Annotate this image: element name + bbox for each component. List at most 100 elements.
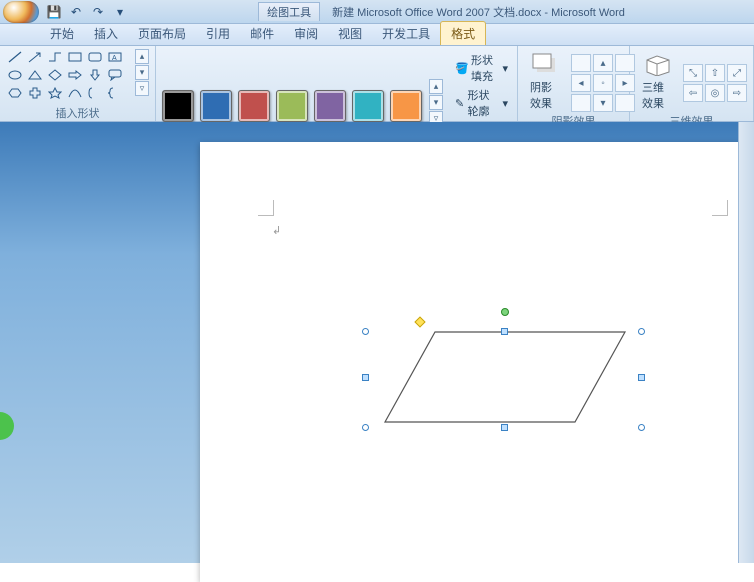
- shape-arrow-icon[interactable]: [26, 49, 44, 65]
- quick-access-toolbar: 💾 ↶ ↷ ▾: [45, 3, 129, 21]
- style-up-icon[interactable]: ▴: [429, 79, 443, 94]
- ribbon-tabs: 开始 插入 页面布局 引用 邮件 审阅 视图 开发工具 格式: [0, 24, 754, 46]
- gallery-up-icon[interactable]: ▴: [135, 49, 149, 64]
- nudge-up-icon[interactable]: ▴: [593, 54, 613, 72]
- paint-bucket-icon: 🪣: [455, 62, 468, 75]
- shape-outline-label: 形状轮廓: [467, 87, 499, 119]
- shape-gallery: A: [6, 49, 130, 101]
- shape-elbow-icon[interactable]: [46, 49, 64, 65]
- qat-customize-icon[interactable]: ▾: [111, 3, 129, 21]
- tab-insert[interactable]: 插入: [84, 22, 128, 45]
- tilt-up-right-icon[interactable]: ⤢: [727, 64, 747, 82]
- selected-shape[interactable]: [380, 322, 630, 432]
- resize-handle[interactable]: [638, 374, 645, 381]
- shape-brace-icon[interactable]: [106, 85, 124, 101]
- shape-curve-icon[interactable]: [66, 85, 84, 101]
- shadow-button-label: 阴影效果: [530, 79, 562, 111]
- shape-ellipse-icon[interactable]: [6, 67, 24, 83]
- resize-handle[interactable]: [638, 328, 645, 335]
- shape-diamond-icon[interactable]: [46, 67, 64, 83]
- swatch-black[interactable]: [162, 90, 194, 122]
- nudge-center-icon[interactable]: ◦: [593, 74, 613, 92]
- tab-view[interactable]: 视图: [328, 22, 372, 45]
- title-bar: 💾 ↶ ↷ ▾ 绘图工具 新建 Microsoft Office Word 20…: [0, 0, 754, 24]
- resize-handle[interactable]: [362, 374, 369, 381]
- shape-hexagon-icon[interactable]: [6, 85, 24, 101]
- style-down-icon[interactable]: ▾: [429, 95, 443, 110]
- resize-handle[interactable]: [638, 424, 645, 431]
- nudge-left-icon[interactable]: ◂: [571, 74, 591, 92]
- swatch-green[interactable]: [276, 90, 308, 122]
- group-shape-styles: ▴ ▾ ▿ 🪣 形状填充 ▾ ✎ 形状轮廓 ▾ ◫ 更改形状 ▾: [156, 46, 518, 121]
- shadow-effect-button[interactable]: 阴影效果: [524, 49, 568, 113]
- shape-right-arrow-icon[interactable]: [66, 67, 84, 83]
- shadow-nudge-grid: ▴ ◂ ◦ ▸ ▾: [571, 50, 635, 112]
- cube-icon: [642, 51, 674, 77]
- shape-bracket-icon[interactable]: [86, 85, 104, 101]
- tilt-right-icon[interactable]: ⇨: [727, 84, 747, 102]
- shape-down-arrow-icon[interactable]: [86, 67, 104, 83]
- nudge-down-icon[interactable]: ▾: [593, 94, 613, 112]
- shape-fill-label: 形状填充: [471, 52, 499, 84]
- style-gallery-nav: ▴ ▾ ▿: [429, 79, 443, 126]
- group-three-d: 三维效果 ⤡ ⇧ ⤢ ⇦ ◎ ⇨ 三维效果: [630, 46, 754, 121]
- shape-outline-button[interactable]: ✎ 形状轮廓 ▾: [452, 86, 511, 120]
- rotation-handle[interactable]: [501, 308, 509, 316]
- chevron-down-icon: ▾: [502, 62, 508, 75]
- swatch-purple[interactable]: [314, 90, 346, 122]
- shape-plus-icon[interactable]: [26, 85, 44, 101]
- document-title: 新建 Microsoft Office Word 2007 文档.docx - …: [332, 4, 625, 20]
- margin-corner-tr: [712, 200, 728, 216]
- side-handle[interactable]: [0, 412, 14, 440]
- resize-handle[interactable]: [362, 328, 369, 335]
- shape-line-icon[interactable]: [6, 49, 24, 65]
- tab-home[interactable]: 开始: [40, 22, 84, 45]
- tilt-up-icon[interactable]: ⇧: [705, 64, 725, 82]
- undo-icon[interactable]: ↶: [67, 3, 85, 21]
- tilt-reset-icon[interactable]: ◎: [705, 84, 725, 102]
- three-d-button-label: 三维效果: [642, 79, 674, 111]
- nudge-blank: [571, 54, 591, 72]
- shape-rect-icon[interactable]: [66, 49, 84, 65]
- style-swatches: [162, 82, 422, 122]
- shape-triangle-icon[interactable]: [26, 67, 44, 83]
- save-icon[interactable]: 💾: [45, 3, 63, 21]
- group-shadow: 阴影效果 ▴ ◂ ◦ ▸ ▾ 阴影效果: [518, 46, 630, 121]
- swatch-blue[interactable]: [200, 90, 232, 122]
- page[interactable]: ↲: [200, 142, 754, 582]
- redo-icon[interactable]: ↷: [89, 3, 107, 21]
- gallery-more-icon[interactable]: ▿: [135, 81, 149, 96]
- shape-gallery-nav: ▴ ▾ ▿: [135, 49, 149, 96]
- tilt-left-icon[interactable]: ⇦: [683, 84, 703, 102]
- tab-review[interactable]: 审阅: [284, 22, 328, 45]
- shape-rounded-rect-icon[interactable]: [86, 49, 104, 65]
- tab-mail[interactable]: 邮件: [240, 22, 284, 45]
- svg-text:A: A: [112, 55, 117, 62]
- tab-format[interactable]: 格式: [440, 21, 486, 45]
- office-button[interactable]: [3, 1, 39, 23]
- shape-fill-button[interactable]: 🪣 形状填充 ▾: [452, 51, 511, 85]
- vertical-scrollbar[interactable]: [738, 122, 754, 563]
- shape-star-icon[interactable]: [46, 85, 64, 101]
- resize-handle[interactable]: [501, 328, 508, 335]
- resize-handle[interactable]: [362, 424, 369, 431]
- group-label-insert-shapes: 插入形状: [6, 105, 149, 121]
- swatch-red[interactable]: [238, 90, 270, 122]
- margin-corner-tl: [258, 200, 274, 216]
- cursor-mark: ↲: [272, 224, 281, 237]
- shape-callout-icon[interactable]: [106, 67, 124, 83]
- swatch-teal[interactable]: [352, 90, 384, 122]
- gallery-down-icon[interactable]: ▾: [135, 65, 149, 80]
- tilt-grid: ⤡ ⇧ ⤢ ⇦ ◎ ⇨: [683, 60, 747, 102]
- document-area: ↲: [0, 122, 754, 563]
- tab-developer[interactable]: 开发工具: [372, 22, 440, 45]
- tilt-up-left-icon[interactable]: ⤡: [683, 64, 703, 82]
- contextual-tab-label: 绘图工具: [258, 2, 320, 21]
- shape-textbox-icon[interactable]: A: [106, 49, 124, 65]
- three-d-effect-button[interactable]: 三维效果: [636, 49, 680, 113]
- resize-handle[interactable]: [501, 424, 508, 431]
- tab-layout[interactable]: 页面布局: [128, 22, 196, 45]
- swatch-orange[interactable]: [390, 90, 422, 122]
- pen-icon: ✎: [455, 97, 464, 110]
- tab-references[interactable]: 引用: [196, 22, 240, 45]
